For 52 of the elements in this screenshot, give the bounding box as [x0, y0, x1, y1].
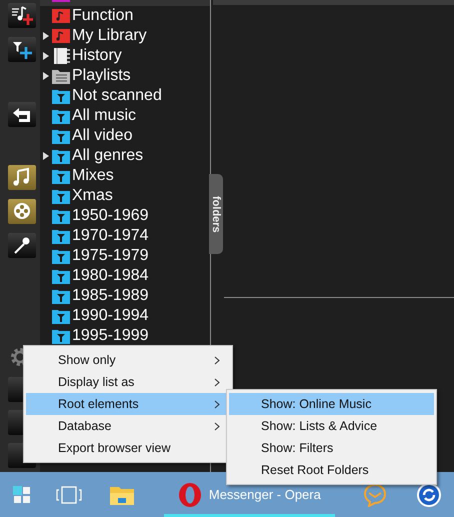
filter-folder-icon [51, 147, 71, 165]
tree-item[interactable]: Playlists [72, 66, 131, 86]
tree-item[interactable]: 1970-1974 [72, 226, 149, 246]
menu-item[interactable]: Export browser view [26, 437, 230, 459]
filter-folder-icon [51, 247, 71, 265]
menu-item[interactable]: Show only [26, 349, 230, 371]
menu-item[interactable]: Database [26, 415, 230, 437]
tree-item[interactable]: All video [72, 126, 132, 146]
expand-arrow-icon[interactable] [42, 72, 48, 80]
tree-item[interactable]: 1995-1999 [72, 326, 149, 346]
menu-item[interactable]: Display list as [26, 371, 230, 393]
toolbar-button[interactable] [8, 37, 36, 62]
toolbar-button[interactable] [8, 3, 36, 28]
filter-folder-icon [51, 227, 71, 245]
filter-folder-icon [51, 167, 71, 185]
folders-tab[interactable]: folders [209, 174, 223, 254]
opera-logo-icon [178, 482, 202, 508]
expand-arrow-icon[interactable] [42, 52, 48, 60]
start-icon [12, 484, 32, 504]
menu-item[interactable]: Show: Online Music [229, 393, 434, 415]
toolbar-button[interactable] [8, 102, 36, 127]
tree-item[interactable]: Xmas [72, 186, 113, 206]
filter-folder-icon [51, 187, 71, 205]
filter-folder-icon [51, 127, 71, 145]
filter-folder-icon [51, 327, 71, 345]
expand-arrow-icon[interactable] [42, 32, 48, 40]
filter-folder-icon [51, 307, 71, 325]
tree-item[interactable]: Not scanned [72, 86, 162, 106]
tree-item[interactable]: 1980-1984 [72, 266, 149, 286]
filter-folder-icon [51, 267, 71, 285]
tree-item[interactable]: Function [72, 6, 134, 26]
chat-mail-icon [362, 482, 387, 506]
tree-item[interactable]: All genres [72, 146, 144, 166]
filter-folder-icon [51, 207, 71, 225]
tree-item[interactable]: 1990-1994 [72, 306, 149, 326]
tree-item[interactable]: My Library [72, 26, 147, 46]
tree-item[interactable]: 1975-1979 [72, 246, 149, 266]
tree-item[interactable]: All music [72, 106, 136, 126]
menu-item[interactable]: Show: Lists & Advice [229, 415, 434, 437]
task-view-icon [56, 484, 82, 504]
menu-item[interactable]: Show: Filters [229, 437, 434, 459]
toolbar-button[interactable] [8, 233, 36, 258]
tree-item[interactable]: 1950-1969 [72, 206, 149, 226]
filter-folder-icon [51, 287, 71, 305]
filter-folder-icon [51, 107, 71, 125]
folder-icon [51, 67, 71, 85]
tree-item[interactable]: Mixes [72, 166, 114, 186]
expand-arrow-icon[interactable] [42, 152, 48, 160]
book-icon [51, 47, 71, 65]
tree-item[interactable]: 1985-1989 [72, 286, 149, 306]
tree-item[interactable]: History [72, 46, 122, 66]
filter-folder-icon [51, 87, 71, 105]
